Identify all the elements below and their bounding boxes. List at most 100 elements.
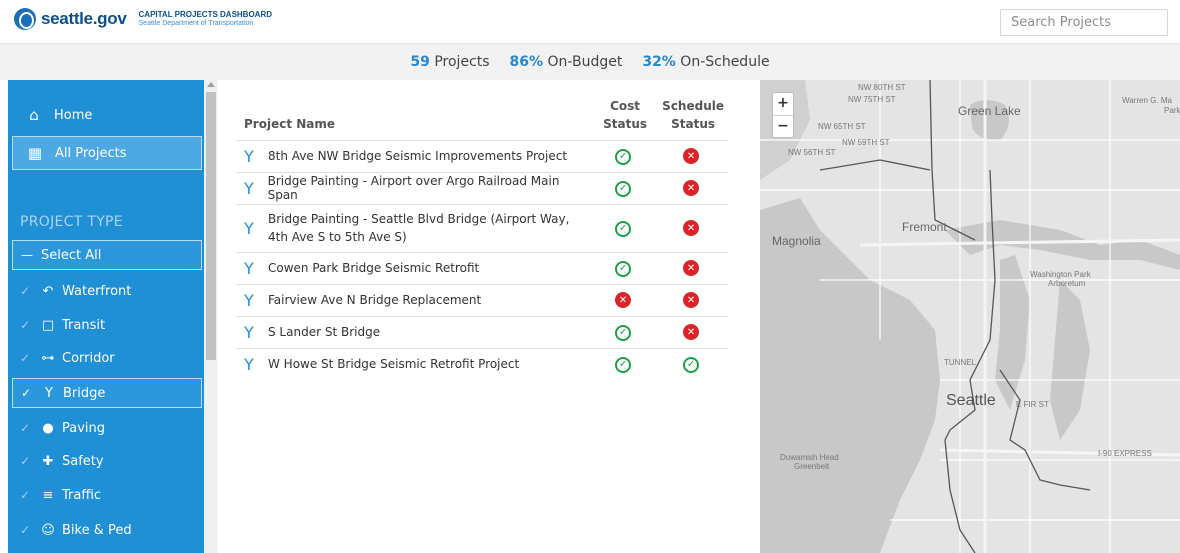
traffic-icon: ≡	[42, 487, 54, 503]
check-icon: ✓	[20, 488, 31, 502]
grid-icon: ▦	[27, 144, 43, 162]
project-name[interactable]: Cowen Park Bridge Seismic Retrofit	[268, 261, 479, 275]
off-schedule-x-icon: ✕	[683, 148, 700, 164]
globe-icon	[14, 8, 36, 30]
type-item-corridor[interactable]: ✓ ⊶ Corridor	[12, 343, 202, 373]
bike-ped-icon: ☺	[41, 522, 55, 538]
stat-projects: 59 Projects	[410, 54, 489, 70]
off-schedule-x-icon: ✕	[683, 180, 700, 196]
map-label-warren: Warren G. Ma	[1122, 96, 1172, 105]
map-label-efir: E FIR ST	[1016, 400, 1049, 409]
dashboard-subtitle-text: Seattle Department of Transportation	[138, 20, 254, 27]
map-label-i90: I-90 EXPRESS	[1098, 449, 1152, 458]
seattle-logo[interactable]: seattle.gov CAPITAL PROJECTS DASHBOARD S…	[14, 8, 272, 30]
nav-home-label: Home	[54, 107, 93, 123]
search-projects-input[interactable]	[1000, 9, 1168, 36]
on-budget-check-icon: ✓	[615, 324, 632, 341]
stat-projects-label: Projects	[434, 54, 490, 70]
stat-schedule-label: On-Schedule	[680, 54, 770, 70]
off-schedule-x-icon: ✕	[683, 220, 700, 236]
table-row[interactable]: Υ 8th Ave NW Bridge Seismic Improvements …	[236, 139, 728, 172]
off-schedule-x-icon: ✕	[683, 260, 700, 276]
type-label: Bridge	[63, 385, 106, 401]
nav-all-projects-label: All Projects	[55, 145, 127, 161]
bridge-icon: Υ	[244, 258, 254, 278]
column-header-schedule-status[interactable]: Schedule Status	[654, 80, 728, 140]
project-name[interactable]: 8th Ave NW Bridge Seismic Improvements P…	[268, 149, 567, 163]
check-icon: ✓	[20, 421, 31, 435]
stat-budget: 86% On-Budget	[510, 54, 623, 70]
type-item-waterfront[interactable]: ✓ ↶ Waterfront	[12, 276, 202, 306]
type-item-safety[interactable]: ✓ ✚ Safety	[12, 446, 202, 476]
select-all-toggle[interactable]: — Select All	[12, 240, 202, 270]
bridge-icon: Υ	[244, 178, 254, 198]
type-item-transit[interactable]: ✓ □ Transit	[12, 310, 202, 340]
stat-budget-number: 86%	[509, 54, 544, 70]
on-budget-check-icon: ✓	[615, 220, 632, 237]
table-row[interactable]: Υ Bridge Painting - Airport over Argo Rai…	[236, 171, 728, 204]
table-row[interactable]: Υ S Lander St Bridge ✓ ✕	[236, 315, 728, 348]
map-label-nw80: NW 80TH ST	[858, 83, 906, 92]
dashboard-title: CAPITAL PROJECTS DASHBOARD Seattle Depar…	[139, 10, 273, 28]
corridor-icon: ⊶	[41, 350, 55, 366]
zoom-in-button[interactable]: +	[773, 93, 793, 115]
check-icon: ✓	[20, 523, 31, 537]
column-header-project-name[interactable]: Project Name	[236, 80, 592, 140]
project-name[interactable]: Bridge Painting - Seattle Blvd Bridge (A…	[268, 210, 588, 246]
map-label-seattle: Seattle	[946, 392, 996, 409]
map-label-nw65: NW 65TH ST	[818, 122, 866, 131]
bridge-icon: Υ	[244, 290, 254, 310]
table-row[interactable]: Υ Fairview Ave N Bridge Replacement ✕ ✕	[236, 283, 728, 316]
off-schedule-x-icon: ✕	[683, 324, 700, 340]
scroll-up-icon[interactable]	[207, 82, 215, 87]
check-icon: ✓	[20, 454, 31, 468]
map-label-washington-park: Washington Park	[1030, 270, 1091, 279]
column-header-cost-status[interactable]: Cost Status	[592, 80, 654, 140]
project-name[interactable]: S Lander St Bridge	[268, 325, 380, 339]
on-schedule-check-icon: ✓	[683, 356, 700, 373]
type-item-paving[interactable]: ✓ ● Paving	[12, 413, 202, 443]
bridge-icon: Υ	[244, 354, 254, 374]
nav-home[interactable]: ⌂ Home	[12, 98, 202, 132]
bridge-icon: Υ	[45, 385, 53, 401]
check-icon: ✓	[20, 351, 31, 365]
type-label: Waterfront	[62, 283, 132, 299]
over-budget-x-icon: ✕	[615, 292, 632, 308]
sidebar-scrollbar[interactable]	[204, 80, 218, 553]
type-label: Traffic	[62, 487, 102, 503]
check-icon: ✓	[20, 284, 31, 298]
map-label-greenbelt: Greenbelt	[794, 462, 830, 471]
dashboard-title-text: CAPITAL PROJECTS DASHBOARD	[138, 10, 273, 19]
project-name[interactable]: Bridge Painting - Airport over Argo Rail…	[268, 174, 588, 202]
logo-text: seattle.gov	[41, 9, 127, 28]
bridge-icon: Υ	[244, 146, 254, 166]
project-name[interactable]: W Howe St Bridge Seismic Retrofit Projec…	[268, 357, 519, 371]
project-map[interactable]: + − NW 80TH ST NW 75TH ST Green Lake NW …	[760, 80, 1180, 553]
map-label-magnolia: Magnolia	[772, 234, 821, 248]
type-item-traffic[interactable]: ✓ ≡ Traffic	[12, 480, 202, 510]
map-label-tunnel: TUNNEL	[944, 358, 977, 367]
type-label: Paving	[62, 420, 106, 436]
table-row[interactable]: Υ Cowen Park Bridge Seismic Retrofit ✓ ✕	[236, 251, 728, 284]
table-row[interactable]: Υ Bridge Painting - Seattle Blvd Bridge (…	[236, 203, 728, 252]
table-row[interactable]: Υ W Howe St Bridge Seismic Retrofit Proje…	[236, 347, 728, 380]
transit-icon: □	[41, 317, 55, 333]
minus-icon: —	[21, 248, 33, 262]
project-name[interactable]: Fairview Ave N Bridge Replacement	[268, 293, 481, 307]
scrollbar-thumb[interactable]	[206, 92, 216, 360]
paving-icon: ●	[42, 420, 54, 436]
type-item-bike-ped[interactable]: ✓ ☺ Bike & Ped	[12, 515, 202, 545]
map-label-arboretum: Arboretum	[1048, 279, 1086, 288]
map-label-green-lake: Green Lake	[958, 104, 1021, 118]
map-label-nw56: NW 56TH ST	[788, 148, 836, 157]
projects-table-container: Project Name Cost Status Schedule Status…	[236, 80, 736, 380]
map-label-nw75: NW 75TH ST	[848, 95, 896, 104]
nav-all-projects[interactable]: ▦ All Projects	[12, 136, 202, 170]
type-item-bridge[interactable]: ✓ Υ Bridge	[12, 378, 202, 408]
type-label: Corridor	[62, 350, 115, 366]
map-label-fremont: Fremont	[902, 220, 947, 234]
safety-icon: ✚	[42, 453, 54, 469]
stat-budget-label: On-Budget	[547, 54, 623, 70]
off-schedule-x-icon: ✕	[683, 292, 700, 308]
zoom-out-button[interactable]: −	[773, 115, 793, 137]
